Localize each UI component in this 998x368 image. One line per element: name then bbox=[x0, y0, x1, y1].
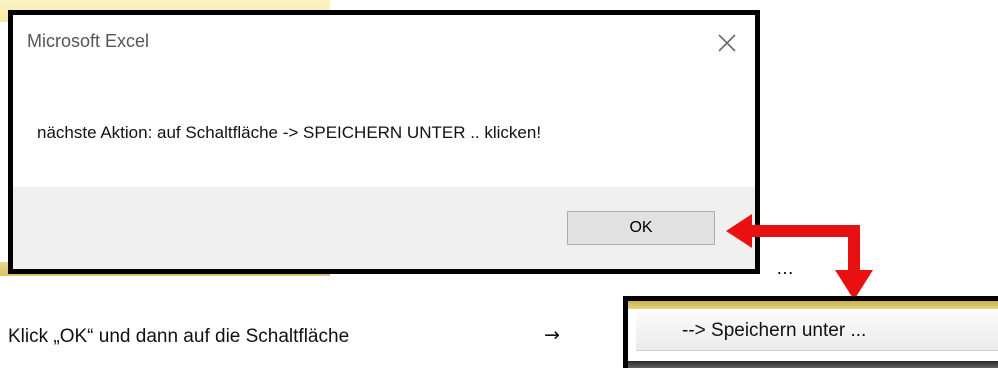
close-button[interactable] bbox=[713, 29, 741, 57]
close-icon bbox=[718, 34, 736, 52]
message-dialog: Microsoft Excel nächste Aktion: auf Scha… bbox=[8, 10, 760, 274]
snippet-background-strip bbox=[628, 301, 998, 309]
dialog-message: nächste Aktion: auf Schaltfläche -> SPEI… bbox=[37, 123, 542, 142]
save-as-button[interactable]: --> Speichern unter ... bbox=[636, 311, 998, 351]
dialog-title-bar: Microsoft Excel bbox=[13, 15, 755, 75]
ellipsis-text: … bbox=[776, 258, 794, 278]
right-arrow-icon: → bbox=[544, 324, 560, 346]
ok-button[interactable]: OK bbox=[567, 211, 715, 245]
save-as-button-snippet: --> Speichern unter ... bbox=[623, 296, 998, 368]
dialog-button-bar: OK bbox=[13, 187, 755, 269]
dialog-title: Microsoft Excel bbox=[27, 31, 150, 51]
snippet-background-bottom bbox=[628, 361, 998, 368]
instruction-text: Klick „OK“ und dann auf die Schaltfläche bbox=[8, 326, 350, 347]
